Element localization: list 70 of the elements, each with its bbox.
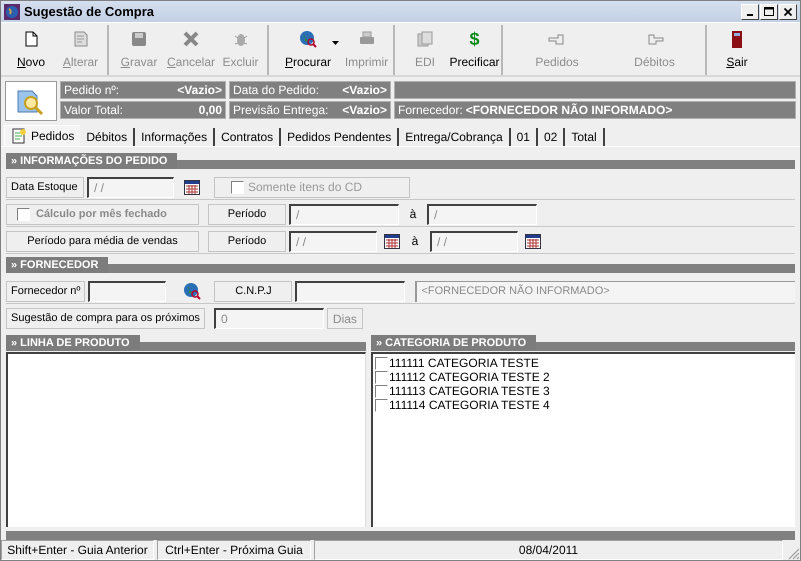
- field-value: <FORNECEDOR NÃO INFORMADO>: [466, 102, 672, 119]
- toolbar-button[interactable]: Novo: [5, 25, 57, 75]
- documents-icon: [415, 29, 435, 49]
- field-label: à: [408, 206, 418, 223]
- toolbar-button[interactable]: Procurar: [273, 25, 343, 75]
- section-title: » INFORMAÇÕES DO PEDIDO: [6, 153, 178, 169]
- app-icon: [4, 4, 20, 20]
- field-label: Período: [208, 230, 286, 252]
- section-title: » CATEGORIA DE PRODUTO: [371, 335, 536, 351]
- toolbar-button[interactable]: Sair: [711, 25, 763, 75]
- section-title: » LINHA DE PRODUTO: [6, 335, 140, 351]
- input-field: <FORNECEDOR NÃO INFORMADO>: [415, 280, 795, 302]
- field-label: C.N.P.J: [214, 280, 292, 302]
- checkbox[interactable]: [375, 370, 388, 384]
- input-field[interactable]: [295, 280, 406, 302]
- close-button[interactable]: [779, 4, 797, 20]
- field-label: Previsão Entrega:: [233, 102, 328, 119]
- tab[interactable]: Pedidos: [4, 125, 80, 146]
- calendar-icon[interactable]: [384, 233, 400, 249]
- list-item[interactable]: 111111 CATEGORIA TESTE: [389, 356, 539, 370]
- field-label: Data do Pedido:: [233, 82, 320, 99]
- tab[interactable]: 01: [510, 128, 538, 146]
- tab[interactable]: Informações: [135, 128, 216, 146]
- field-value: <Vazio>: [342, 102, 387, 119]
- dollar-icon: $: [469, 29, 480, 49]
- globe-search-icon[interactable]: [182, 281, 202, 301]
- field-value: <Vazio>: [342, 82, 387, 99]
- field-label: Fornecedor nº: [6, 280, 86, 302]
- input-field[interactable]: [88, 280, 166, 302]
- tab[interactable]: Entrega/Cobrança: [399, 128, 511, 146]
- field-label: Período: [208, 204, 286, 224]
- calendar-icon[interactable]: [525, 233, 541, 249]
- document-icon: [11, 128, 27, 144]
- list-item[interactable]: 111112 CATEGORIA TESTE 2: [389, 370, 550, 384]
- field-label: Fornecedor:: [398, 102, 463, 119]
- document-search-icon: [5, 81, 57, 121]
- status-panel: Shift+Enter - Guia Anterior: [1, 540, 154, 560]
- tab[interactable]: Total: [565, 128, 605, 146]
- field-label: à: [410, 233, 420, 250]
- tab[interactable]: Pedidos Pendentes: [281, 128, 400, 146]
- caret-icon: [332, 41, 339, 45]
- calendar-icon[interactable]: [184, 179, 200, 195]
- close-icon: [784, 8, 792, 16]
- tab[interactable]: 02: [538, 128, 566, 146]
- maximize-button[interactable]: [760, 4, 778, 20]
- field-value: <Vazio>: [177, 82, 222, 99]
- resize-grip-icon[interactable]: [786, 546, 800, 560]
- minimize-button[interactable]: [741, 4, 759, 20]
- list-item[interactable]: 111113 CATEGORIA TESTE 3: [389, 384, 550, 398]
- cancel-icon: [181, 29, 201, 49]
- status-panel: Ctrl+Enter - Próxima Guia: [157, 540, 311, 560]
- minimize-icon: [747, 14, 753, 16]
- checkbox[interactable]: [375, 356, 388, 370]
- field-label: Sugestão de compra para os próximos: [6, 308, 205, 329]
- tab[interactable]: Contratos: [215, 128, 282, 146]
- field-label: Data Estoque: [6, 176, 84, 198]
- field-label: Valor Total:: [64, 102, 123, 119]
- status-panel: 08/04/2011: [314, 540, 783, 560]
- toolbar-button[interactable]: $ Precificar: [451, 25, 503, 75]
- field-value: 0,00: [198, 102, 222, 119]
- section-title: » FORNECEDOR: [6, 257, 108, 273]
- tab[interactable]: Débitos: [80, 128, 136, 146]
- globe-search-icon: [298, 29, 318, 49]
- maximize-icon: [764, 7, 774, 16]
- checkbox[interactable]: [375, 384, 388, 398]
- field-label: Pedido nº:: [64, 82, 120, 99]
- list-item[interactable]: 111114 CATEGORIA TESTE 4: [389, 398, 550, 412]
- window-title: Sugestão de Compra: [24, 2, 154, 21]
- unit-label: Dias: [326, 308, 363, 329]
- field-label: Período para média de vendas: [6, 230, 199, 252]
